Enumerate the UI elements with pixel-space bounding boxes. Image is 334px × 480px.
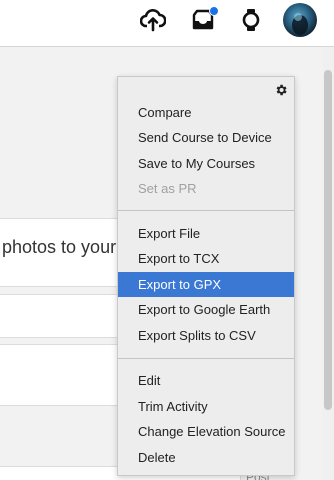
photos-prompt-text: photos to your (2, 237, 117, 257)
cloud-upload-icon[interactable] (139, 7, 167, 33)
menu-item-compare[interactable]: Compare (118, 100, 294, 125)
menu-item-delete[interactable]: Delete (118, 445, 294, 470)
menu-divider (118, 358, 294, 359)
menu-item-trim-activity[interactable]: Trim Activity (118, 394, 294, 419)
notification-dot (209, 6, 219, 16)
scrollbar-thumb[interactable] (324, 70, 332, 410)
menu-divider (118, 210, 294, 211)
top-header (0, 0, 334, 47)
menu-item-edit[interactable]: Edit (118, 368, 294, 393)
menu-item-export-to-gpx[interactable]: Export to GPX (118, 272, 294, 297)
activity-options-menu: Compare Send Course to Device Save to My… (117, 76, 295, 476)
menu-item-change-elevation-source[interactable]: Change Elevation Source (118, 419, 294, 444)
menu-item-send-course-to-device[interactable]: Send Course to Device (118, 125, 294, 150)
watch-icon[interactable] (238, 7, 264, 33)
menu-item-export-to-tcx[interactable]: Export to TCX (118, 246, 294, 271)
avatar[interactable] (283, 3, 317, 37)
menu-item-export-to-google-earth[interactable]: Export to Google Earth (118, 297, 294, 322)
menu-item-set-as-pr: Set as PR (138, 181, 197, 196)
gear-icon[interactable] (274, 83, 288, 97)
menu-item-export-file[interactable]: Export File (118, 221, 294, 246)
menu-item-save-to-my-courses[interactable]: Save to My Courses (118, 151, 294, 176)
menu-item-export-splits-to-csv[interactable]: Export Splits to CSV (118, 323, 294, 348)
